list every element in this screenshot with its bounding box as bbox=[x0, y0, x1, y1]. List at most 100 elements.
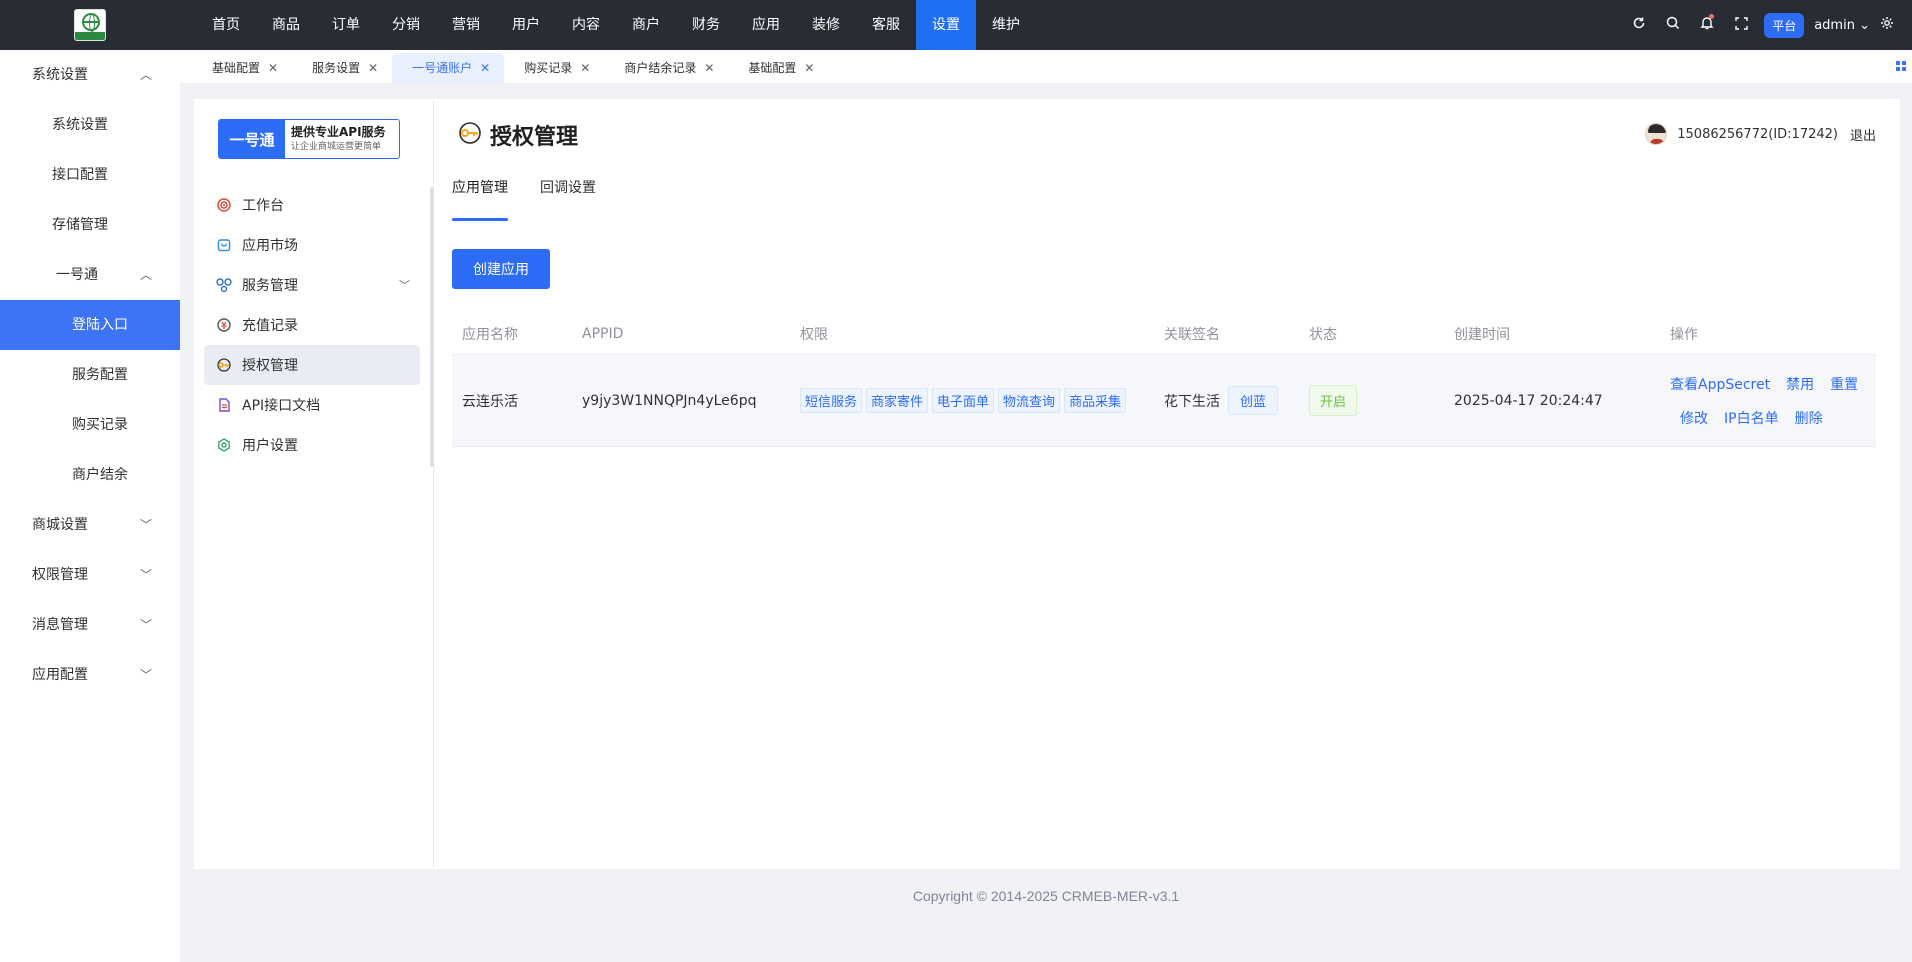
nav-home[interactable]: 首页 bbox=[196, 0, 256, 50]
nav-orders[interactable]: 订单 bbox=[316, 0, 376, 50]
grid-menu-icon[interactable] bbox=[1896, 60, 1906, 74]
col-actions: 操作 bbox=[1670, 327, 1698, 343]
search-icon[interactable] bbox=[1656, 16, 1690, 34]
tab-callback-settings[interactable]: 回调设置 bbox=[540, 177, 596, 213]
nav-distribution[interactable]: 分销 bbox=[376, 0, 436, 50]
nav-maintenance[interactable]: 维护 bbox=[976, 0, 1036, 50]
sidebar-item-label: 购买记录 bbox=[72, 417, 128, 433]
nav-settings[interactable]: 设置 bbox=[916, 0, 976, 50]
menu-workbench[interactable]: 工作台 bbox=[204, 185, 420, 225]
sidebar-item-service-config[interactable]: 服务配置 bbox=[0, 350, 180, 400]
sidebar-item-merchant-balance[interactable]: 商户结余 bbox=[0, 450, 180, 500]
brand-title: 提供专业API服务 bbox=[291, 125, 386, 139]
top-right-tools: 平台 admin ⌄ bbox=[1622, 0, 1912, 50]
brand-text: 提供专业API服务 让企业商城运营更简单 bbox=[285, 120, 399, 158]
sidebar-item-system-config[interactable]: 系统设置 bbox=[0, 100, 180, 150]
brand-subtitle: 让企业商城运营更简单 bbox=[291, 142, 382, 152]
close-icon[interactable]: ✕ bbox=[704, 53, 714, 83]
sidebar-item-yihaotong[interactable]: 一号通 ︿ bbox=[0, 250, 180, 300]
chevron-up-icon: ︿ bbox=[139, 68, 152, 82]
tab-yihaotong-account[interactable]: 一号通账户 ✕ bbox=[392, 53, 505, 83]
tab-merchant-balance-records[interactable]: 商户结余记录 ✕ bbox=[604, 53, 728, 83]
sidebar-item-label: 系统设置 bbox=[52, 117, 108, 133]
sidebar-item-storage[interactable]: 存储管理 bbox=[0, 200, 180, 250]
settings-gear-icon[interactable] bbox=[1870, 16, 1904, 34]
key-icon bbox=[216, 357, 232, 373]
col-status: 状态 bbox=[1309, 327, 1337, 343]
sidebar-item-system-settings[interactable]: 系统设置 ︿ bbox=[0, 50, 180, 100]
tab-purchase-records[interactable]: 购买记录 ✕ bbox=[504, 53, 604, 83]
sidebar-item-purchase-records[interactable]: 购买记录 bbox=[0, 400, 180, 450]
ip-whitelist-link[interactable]: IP白名单 bbox=[1724, 408, 1779, 428]
view-appsecret-link[interactable]: 查看AppSecret bbox=[1670, 374, 1770, 394]
sidebar-item-login-entry[interactable]: 登陆入口 bbox=[0, 300, 180, 350]
sidebar-item-label: 接口配置 bbox=[52, 167, 108, 183]
fullscreen-icon[interactable] bbox=[1724, 16, 1758, 34]
cell-created: 2025-04-17 20:24:47 bbox=[1454, 392, 1603, 409]
disable-link[interactable]: 禁用 bbox=[1786, 374, 1814, 394]
tab-label: 基础配置 bbox=[212, 61, 261, 75]
nav-apps[interactable]: 应用 bbox=[736, 0, 796, 50]
recharge-icon bbox=[216, 317, 232, 333]
sidebar-item-messages[interactable]: 消息管理 ﹀ bbox=[0, 600, 180, 650]
tab-service-settings[interactable]: 服务设置 ✕ bbox=[292, 53, 392, 83]
nav-service[interactable]: 客服 bbox=[856, 0, 916, 50]
table-row: 云连乐活 y9jy3W1NNQPJn4yLe6pq 短信服务 商家寄件 电子面单… bbox=[452, 354, 1876, 447]
yihaotong-brand: 一号通 提供专业API服务 让企业商城运营更简单 bbox=[218, 119, 400, 159]
bell-icon[interactable] bbox=[1690, 14, 1724, 34]
permission-tag: 电子面单 bbox=[932, 388, 995, 413]
target-icon bbox=[216, 197, 232, 213]
chevron-up-icon: ︿ bbox=[139, 268, 152, 282]
nav-products[interactable]: 商品 bbox=[256, 0, 316, 50]
permission-tag: 商品采集 bbox=[1064, 388, 1127, 413]
user-info: 15086256772(ID:17242) 退出 bbox=[1645, 123, 1876, 145]
menu-label: 工作台 bbox=[242, 198, 284, 214]
delete-link[interactable]: 删除 bbox=[1795, 408, 1823, 428]
page-title: 授权管理 bbox=[458, 119, 578, 151]
sidebar-item-label: 应用配置 bbox=[32, 667, 88, 683]
sidebar-item-permissions[interactable]: 权限管理 ﹀ bbox=[0, 550, 180, 600]
sidebar-item-api-config[interactable]: 接口配置 bbox=[0, 150, 180, 200]
menu-label: 服务管理 bbox=[242, 278, 298, 294]
close-icon[interactable]: ✕ bbox=[480, 53, 490, 83]
logout-link[interactable]: 退出 bbox=[1850, 125, 1876, 144]
tab-label: 购买记录 bbox=[524, 61, 573, 75]
scrollbar[interactable] bbox=[430, 187, 434, 467]
menu-service-management[interactable]: 服务管理 ﹀ bbox=[204, 265, 420, 305]
close-icon[interactable]: ✕ bbox=[804, 53, 814, 83]
logo bbox=[74, 9, 106, 41]
sidebar-item-mall-settings[interactable]: 商城设置 ﹀ bbox=[0, 500, 180, 550]
menu-user-settings[interactable]: 用户设置 bbox=[204, 425, 420, 465]
yihaotong-sidebar: 一号通 提供专业API服务 让企业商城运营更简单 工作台 应用市场 服务管理 ﹀ bbox=[194, 99, 434, 869]
admin-menu[interactable]: admin ⌄ bbox=[1814, 18, 1870, 33]
nav-content[interactable]: 内容 bbox=[556, 0, 616, 50]
sidebar-item-app-config[interactable]: 应用配置 ﹀ bbox=[0, 650, 180, 700]
platform-badge[interactable]: 平台 bbox=[1764, 12, 1805, 38]
user-account: 15086256772(ID:17242) bbox=[1677, 126, 1838, 142]
create-app-button[interactable]: 创建应用 bbox=[452, 249, 550, 289]
close-icon[interactable]: ✕ bbox=[368, 53, 378, 83]
nav-marketing[interactable]: 营销 bbox=[436, 0, 496, 50]
nav-finance[interactable]: 财务 bbox=[676, 0, 736, 50]
menu-label: API接口文档 bbox=[242, 398, 321, 414]
tab-basic-config[interactable]: 基础配置 ✕ bbox=[192, 53, 292, 83]
menu-app-market[interactable]: 应用市场 bbox=[204, 225, 420, 265]
refresh-icon[interactable] bbox=[1622, 16, 1656, 34]
reset-link[interactable]: 重置 bbox=[1830, 374, 1858, 394]
menu-authorization[interactable]: 授权管理 bbox=[204, 345, 420, 385]
nav-merchants[interactable]: 商户 bbox=[616, 0, 676, 50]
tab-app-management[interactable]: 应用管理 bbox=[452, 177, 508, 221]
logo-area[interactable] bbox=[0, 0, 180, 50]
content-card: 一号通 提供专业API服务 让企业商城运营更简单 工作台 应用市场 服务管理 ﹀ bbox=[194, 99, 1900, 869]
tab-basic-config-2[interactable]: 基础配置 ✕ bbox=[728, 53, 828, 83]
nav-decoration[interactable]: 装修 bbox=[796, 0, 856, 50]
close-icon[interactable]: ✕ bbox=[580, 53, 590, 83]
menu-recharge-records[interactable]: 充值记录 bbox=[204, 305, 420, 345]
sidebar-item-label: 消息管理 bbox=[32, 617, 88, 633]
menu-api-docs[interactable]: API接口文档 bbox=[204, 385, 420, 425]
edit-link[interactable]: 修改 bbox=[1680, 408, 1708, 428]
close-icon[interactable]: ✕ bbox=[268, 53, 278, 83]
document-icon bbox=[216, 397, 232, 413]
permission-tag: 短信服务 bbox=[800, 388, 863, 413]
nav-users[interactable]: 用户 bbox=[496, 0, 556, 50]
